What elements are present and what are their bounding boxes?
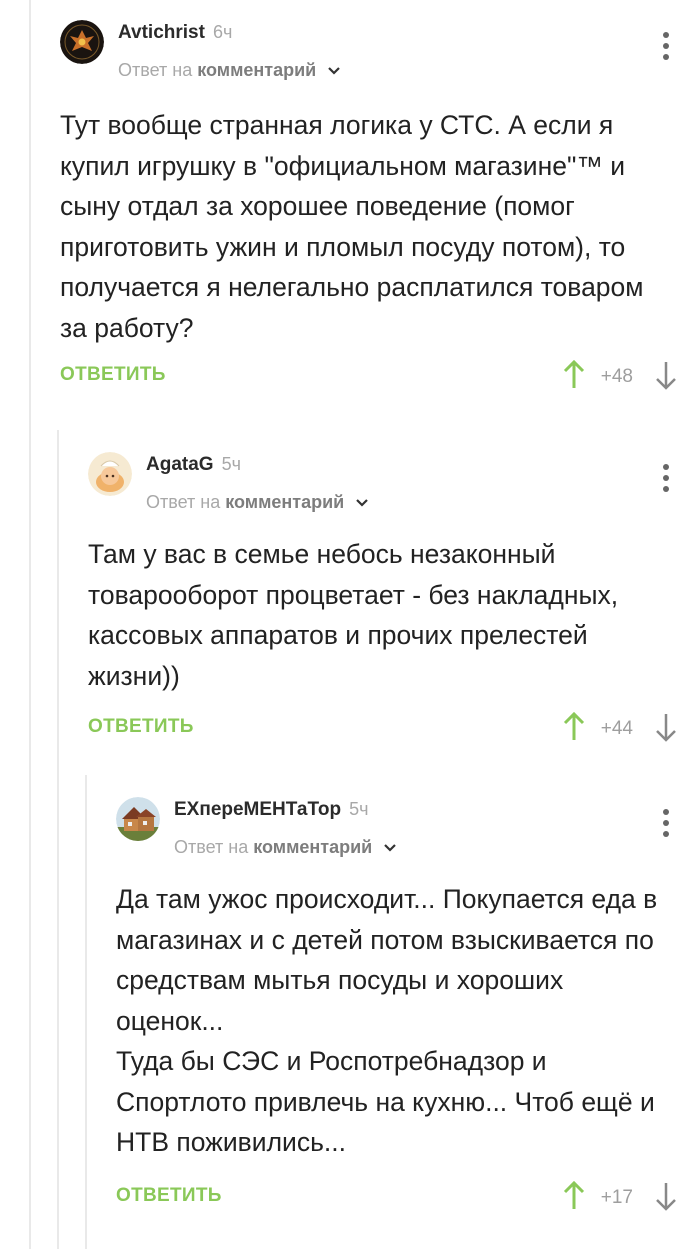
reply-to-line: Ответ на комментарий [146, 492, 369, 513]
user-avatar[interactable] [88, 452, 132, 496]
chevron-down-icon[interactable] [355, 498, 369, 508]
reply-to-link[interactable]: комментарий [225, 492, 344, 512]
more-options-icon[interactable] [662, 809, 670, 839]
comment-avtichrist: Avtichrist 6ч Ответ на комментарий Тут во… [60, 20, 700, 396]
chevron-down-icon[interactable] [327, 66, 341, 76]
author-line: Avtichrist 6ч [118, 22, 232, 44]
user-avatar[interactable] [116, 797, 160, 841]
upvote-arrow-icon[interactable] [562, 1180, 586, 1211]
reply-button[interactable]: ОТВЕТИТЬ [60, 364, 166, 386]
rating-block: +17 [558, 1177, 678, 1217]
more-options-icon[interactable] [662, 464, 670, 494]
reply-to-prefix: Ответ на [146, 492, 221, 512]
comment-header: AgataG 5ч Ответ на комментарий [88, 452, 700, 522]
author-name[interactable]: Avtichrist [118, 22, 205, 43]
reply-to-link[interactable]: комментарий [197, 60, 316, 80]
upvote-arrow-icon[interactable] [562, 360, 586, 390]
rating-block: +48 [558, 356, 678, 396]
comment-actions: ОТВЕТИТЬ +44 [88, 708, 700, 748]
author-name[interactable]: AgataG [146, 454, 214, 475]
comment-time: 5ч [221, 454, 241, 474]
comment-time: 5ч [349, 799, 369, 819]
comment-actions: ОТВЕТИТЬ +48 [60, 356, 700, 396]
chevron-down-icon[interactable] [383, 843, 397, 853]
cartoon-avatar-icon [88, 452, 132, 496]
thread-line-level-1 [29, 0, 31, 1249]
downvote-arrow-icon[interactable] [654, 712, 678, 742]
thread-line-level-2 [57, 430, 59, 1249]
comment-text: Тут вообще странная логика у СТС. А если… [60, 110, 644, 343]
comment-text: Там у вас в семье небось незаконный това… [88, 539, 619, 691]
comment-experementator: EXпереМЕНТаТор 5ч Ответ на комментарий Да… [116, 797, 700, 1217]
rating-score: +44 [600, 718, 633, 739]
comment-actions: ОТВЕТИТЬ +17 [116, 1177, 700, 1217]
house-avatar-icon [116, 797, 160, 841]
comment-header: Avtichrist 6ч Ответ на комментарий [60, 20, 700, 90]
phoenix-avatar-icon [60, 20, 104, 64]
comment-header: EXпереМЕНТаТор 5ч Ответ на комментарий [116, 797, 700, 867]
reply-to-link[interactable]: комментарий [253, 837, 372, 857]
upvote-arrow-icon[interactable] [562, 712, 586, 742]
rating-block: +44 [558, 708, 678, 748]
author-line: AgataG 5ч [146, 454, 241, 476]
comment-time: 6ч [212, 22, 233, 42]
author-line: EXпереМЕНТаТор 5ч [174, 799, 369, 821]
downvote-arrow-icon[interactable] [654, 1181, 678, 1211]
downvote-arrow-icon[interactable] [654, 360, 678, 390]
thread-line-level-3 [85, 775, 87, 1249]
reply-button[interactable]: ОТВЕТИТЬ [88, 716, 194, 738]
comment-text: Да там ужос происходит... Покупается еда… [116, 884, 658, 1157]
comment-agatag: AgataG 5ч Ответ на комментарий Там у вас … [88, 452, 700, 748]
reply-button[interactable]: ОТВЕТИТЬ [116, 1185, 222, 1207]
author-name[interactable]: EXпереМЕНТаТор [174, 799, 341, 820]
reply-to-prefix: Ответ на [174, 837, 249, 857]
more-options-icon[interactable] [662, 32, 670, 62]
reply-to-line: Ответ на комментарий [174, 837, 397, 858]
reply-to-line: Ответ на комментарий [118, 60, 341, 81]
rating-score: +48 [600, 366, 633, 387]
user-avatar[interactable] [60, 20, 104, 64]
reply-to-prefix: Ответ на [118, 60, 193, 80]
rating-score: +17 [600, 1186, 633, 1208]
